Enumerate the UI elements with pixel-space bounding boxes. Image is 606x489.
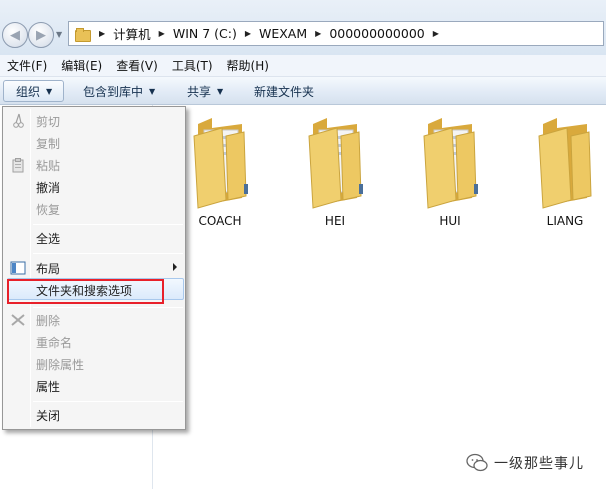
- menu-item-label: 删除: [36, 314, 61, 328]
- breadcrumb-computer[interactable]: 计算机: [113, 24, 151, 43]
- folder-icon: [308, 118, 363, 209]
- menu-item-remove-properties[interactable]: 删除属性: [5, 353, 183, 375]
- scissors-icon: [13, 113, 24, 128]
- new-folder-label: 新建文件夹: [254, 84, 315, 99]
- delete-x-icon: [11, 314, 25, 326]
- menu-item-label: 撤消: [36, 181, 61, 195]
- menu-item-label: 属性: [36, 380, 61, 394]
- include-in-library-button[interactable]: 包含到库中 ▼: [83, 77, 155, 105]
- organize-label: 组织: [16, 84, 41, 99]
- folder-item-hei[interactable]: HEI: [285, 114, 385, 234]
- menu-item-undo[interactable]: 撤消: [5, 176, 183, 198]
- menu-item-label: 全选: [36, 232, 61, 246]
- chevron-down-icon: ▼: [149, 86, 156, 96]
- share-button[interactable]: 共享 ▼: [187, 77, 223, 105]
- recent-pages-dropdown-icon[interactable]: ▼: [56, 31, 64, 39]
- menu-item-cut[interactable]: 剪切: [5, 110, 183, 132]
- folder-icon: [75, 27, 91, 42]
- breadcrumb-wexam[interactable]: WEXAM: [259, 26, 307, 41]
- folder-icon: [193, 118, 248, 209]
- menu-item-select-all[interactable]: 全选: [5, 227, 183, 249]
- folder-item-hui[interactable]: HUI: [400, 114, 500, 234]
- menu-item-label: 重命名: [36, 336, 73, 350]
- chevron-down-icon: ▼: [217, 86, 224, 96]
- menu-item-label: 粘贴: [36, 159, 61, 173]
- breadcrumb-current-folder[interactable]: 000000000000: [329, 26, 424, 41]
- chevron-right-icon[interactable]: ▶: [315, 29, 321, 38]
- chevron-down-icon: ▼: [46, 86, 53, 96]
- watermark-text: 一级那些事儿: [494, 456, 584, 472]
- chevron-right-icon[interactable]: ▶: [99, 29, 105, 38]
- folder-icon: [538, 118, 592, 209]
- menu-separator: [33, 307, 183, 308]
- back-button[interactable]: ◀: [2, 22, 28, 48]
- menu-tools[interactable]: 工具(T): [165, 57, 220, 74]
- forward-button[interactable]: ▶: [28, 22, 54, 48]
- menu-item-label: 关闭: [36, 409, 61, 423]
- breadcrumb-drive[interactable]: WIN 7 (C:): [173, 26, 237, 41]
- submenu-arrow-icon: [173, 263, 177, 271]
- menu-bar: 文件(F) 编辑(E) 查看(V) 工具(T) 帮助(H): [0, 55, 606, 77]
- menu-file[interactable]: 文件(F): [0, 57, 54, 74]
- menu-item-delete[interactable]: 删除: [5, 309, 183, 331]
- menu-view[interactable]: 查看(V): [109, 57, 165, 74]
- menu-item-copy[interactable]: 复制: [5, 132, 183, 154]
- address-path[interactable]: ▶ 计算机 ▶ WIN 7 (C:) ▶ WEXAM ▶ 00000000000…: [68, 21, 604, 46]
- folder-name: HEI: [324, 214, 346, 228]
- folder-item-liang[interactable]: LIANG: [515, 114, 606, 234]
- folder-name: HUI: [439, 214, 461, 228]
- layout-icon: [10, 261, 26, 275]
- menu-separator: [33, 401, 183, 402]
- chevron-right-icon[interactable]: ▶: [159, 29, 165, 38]
- wechat-icon: [466, 453, 488, 472]
- organize-menu: 剪切 复制 粘贴 撤消 恢复 全选 布局 文件夹和搜索选项 删除 重命名 删除属…: [2, 106, 186, 430]
- menu-item-close[interactable]: 关闭: [5, 404, 183, 426]
- annotation-highlight-box: [7, 279, 164, 304]
- chevron-right-icon[interactable]: ▶: [245, 29, 251, 38]
- menu-item-label: 删除属性: [36, 358, 85, 372]
- menu-edit[interactable]: 编辑(E): [54, 57, 109, 74]
- address-bar-area: ◀ ▶ ▼ ▶ 计算机 ▶ WIN 7 (C:) ▶ WEXAM ▶ 00000…: [0, 0, 606, 55]
- menu-item-label: 恢复: [36, 203, 61, 217]
- arrow-right-icon: ▶: [36, 27, 46, 43]
- folder-name: LIANG: [546, 214, 584, 228]
- menu-separator: [33, 253, 183, 254]
- menu-item-paste[interactable]: 粘贴: [5, 154, 183, 176]
- command-bar: 组织 ▼ 包含到库中 ▼ 共享 ▼ 新建文件夹: [0, 77, 606, 105]
- menu-help[interactable]: 帮助(H): [220, 57, 276, 74]
- watermark: 一级那些事儿: [466, 451, 584, 475]
- chevron-right-icon[interactable]: ▶: [433, 29, 439, 38]
- clipboard-icon: [12, 158, 24, 173]
- new-folder-button[interactable]: 新建文件夹: [254, 77, 314, 105]
- menu-separator: [33, 224, 183, 225]
- menu-item-layout[interactable]: 布局: [5, 257, 183, 279]
- menu-item-redo[interactable]: 恢复: [5, 198, 183, 220]
- share-label: 共享: [187, 84, 212, 99]
- menu-item-label: 剪切: [36, 115, 61, 129]
- menu-item-label: 复制: [36, 137, 61, 151]
- menu-item-properties[interactable]: 属性: [5, 375, 183, 397]
- arrow-left-icon: ◀: [10, 27, 20, 43]
- menu-item-rename[interactable]: 重命名: [5, 331, 183, 353]
- folder-icon: [423, 118, 478, 209]
- organize-button[interactable]: 组织 ▼: [3, 80, 65, 102]
- include-in-library-label: 包含到库中: [83, 84, 144, 99]
- menu-item-label: 布局: [36, 262, 61, 276]
